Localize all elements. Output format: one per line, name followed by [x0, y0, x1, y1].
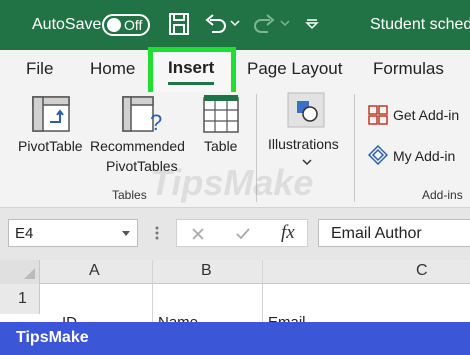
column-header-c[interactable]: C: [416, 262, 428, 280]
formula-bar: E4 fx Email Author: [0, 208, 470, 260]
customize-toolbar-icon[interactable]: [304, 16, 320, 32]
pivottable-icon[interactable]: [32, 96, 72, 134]
column-header-a[interactable]: A: [89, 262, 100, 280]
table-button[interactable]: Table: [204, 138, 237, 154]
autosave-state: Off: [124, 17, 143, 33]
save-icon[interactable]: [168, 12, 190, 36]
tab-formulas[interactable]: Formulas: [373, 59, 444, 79]
active-tab-underline: [168, 82, 214, 85]
tables-group-label: Tables: [112, 188, 147, 202]
title-bar: AutoSave Off Student sched: [0, 0, 470, 50]
my-addins-icon[interactable]: [368, 145, 388, 165]
recommended-pivottables-line1[interactable]: Recommended: [90, 138, 185, 154]
table-icon[interactable]: [203, 94, 241, 134]
document-title: Student sched: [370, 16, 470, 33]
watermark: TipsMake: [150, 162, 314, 203]
tab-page-layout[interactable]: Page Layout: [247, 59, 342, 79]
name-box-value: E4: [15, 225, 34, 242]
formula-value: Email Author: [331, 225, 422, 242]
select-all-corner[interactable]: [0, 260, 40, 284]
enter-check-icon[interactable]: [235, 227, 251, 241]
tab-file[interactable]: File: [26, 59, 53, 79]
illustrations-icon[interactable]: [287, 92, 327, 130]
formula-bar-grip-icon[interactable]: [154, 225, 160, 241]
get-addins-button[interactable]: Get Add-in: [393, 107, 459, 123]
column-header-row: A B C: [0, 260, 470, 284]
select-all-triangle-icon: [24, 268, 35, 279]
insert-function-icon[interactable]: fx: [281, 222, 295, 244]
cancel-icon[interactable]: [191, 227, 205, 241]
name-box-dropdown-icon[interactable]: [121, 230, 131, 238]
row-header-1[interactable]: 1: [0, 284, 40, 314]
autosave-toggle[interactable]: Off: [102, 14, 150, 36]
column-header-b[interactable]: B: [201, 262, 212, 280]
svg-text:?: ?: [150, 110, 162, 135]
recommended-pivottables-icon[interactable]: ?: [122, 96, 166, 136]
name-box[interactable]: E4: [8, 219, 138, 247]
tab-insert[interactable]: Insert: [168, 58, 214, 78]
formula-buttons: fx: [176, 219, 308, 247]
undo-dropdown-chevron-icon[interactable]: [230, 18, 240, 28]
get-addins-icon[interactable]: [368, 105, 388, 125]
illustrations-button[interactable]: Illustrations: [268, 136, 339, 152]
tab-home[interactable]: Home: [90, 59, 135, 79]
redo-dropdown-chevron-icon[interactable]: [280, 18, 290, 28]
pivottable-button[interactable]: PivotTable: [18, 138, 83, 154]
footer-brand: TipsMake: [16, 329, 89, 346]
undo-icon[interactable]: [204, 12, 226, 36]
my-addins-button[interactable]: My Add-in: [393, 148, 455, 164]
toggle-knob: [107, 18, 121, 32]
redo-icon[interactable]: [254, 12, 276, 36]
ribbon-separator: [354, 94, 355, 202]
addins-group-label: Add-ins: [422, 188, 463, 202]
footer-bar: TipsMake: [0, 322, 470, 355]
formula-input[interactable]: Email Author: [318, 219, 470, 247]
autosave-label: AutoSave: [32, 16, 102, 33]
row-number: 1: [18, 290, 27, 307]
